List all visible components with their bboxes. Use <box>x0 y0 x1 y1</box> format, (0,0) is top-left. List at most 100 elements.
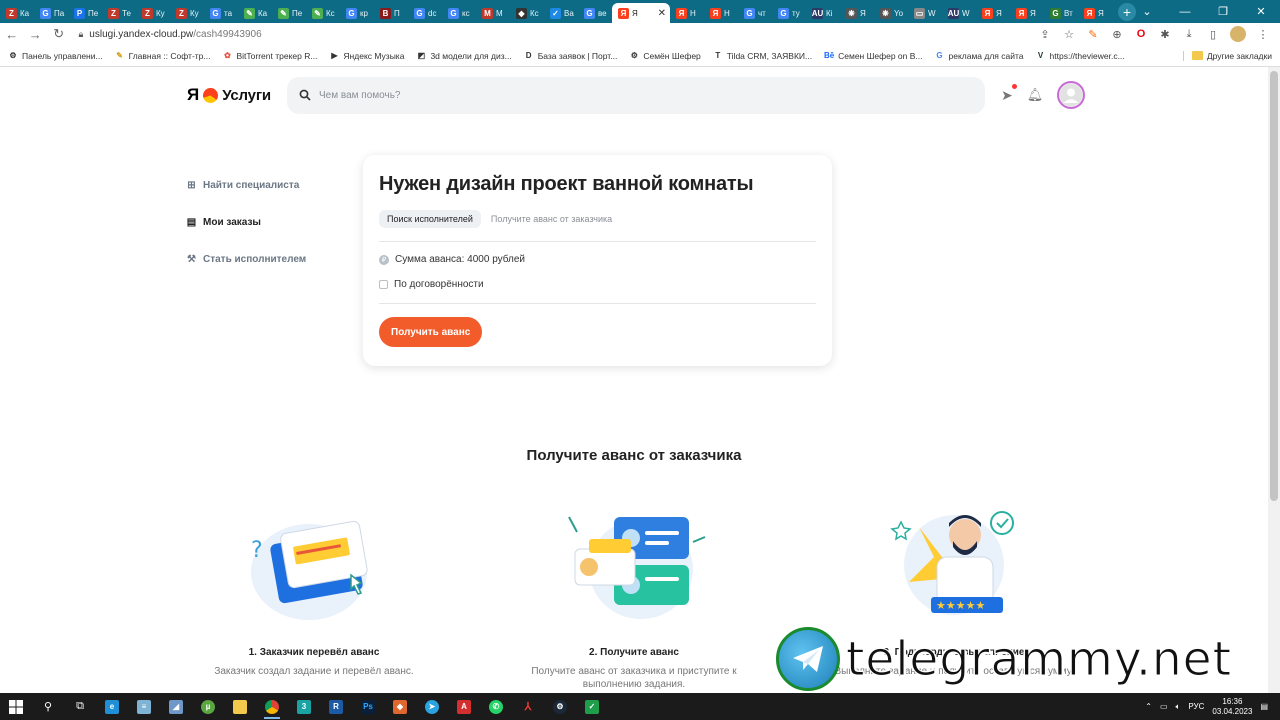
whatsapp-icon[interactable]: ✆ <box>480 693 512 720</box>
network-icon[interactable]: ▭ <box>1160 702 1168 711</box>
browser-tab[interactable]: ЯЯ <box>1078 3 1112 23</box>
other-bookmarks[interactable]: Другие закладки <box>1182 50 1280 61</box>
bell-icon[interactable]: 🔔︎ <box>1027 87 1044 103</box>
bookmark-item[interactable]: Bē Семен Шефер on B... <box>824 51 923 61</box>
task-view-icon[interactable]: ⧉ <box>64 693 96 720</box>
reload-icon[interactable]: ↻ <box>47 26 71 42</box>
browser-tab[interactable]: Z Ку <box>170 3 204 23</box>
browser-tab[interactable]: G Па <box>34 3 68 23</box>
volume-icon[interactable]: 🔈︎ <box>1176 702 1181 712</box>
back-arrow-icon[interactable]: ← <box>0 27 24 42</box>
bookmark-item[interactable]: D База заявок | Порт... <box>524 51 618 61</box>
search-input[interactable] <box>319 89 919 101</box>
browser-tab[interactable]: MМ <box>476 3 510 23</box>
browser-tab[interactable]: Gкр <box>340 3 374 23</box>
telegram-icon[interactable]: ➤ <box>416 693 448 720</box>
browser-tab[interactable]: Z Ку <box>136 3 170 23</box>
acrobat-icon[interactable]: ⅄ <box>512 693 544 720</box>
clock[interactable]: 16:36 03.04.2023 <box>1212 697 1252 716</box>
bookmark-item[interactable]: ⚙ Панель управлени... <box>8 51 102 61</box>
download-icon[interactable]: ⤓ <box>1182 28 1196 41</box>
browser-tab[interactable]: Z Ка <box>0 3 34 23</box>
minimize-icon[interactable]: — <box>1166 0 1204 23</box>
revit-icon[interactable]: R <box>320 693 352 720</box>
browser-tab[interactable]: G Вт <box>1044 3 1078 23</box>
url-field[interactable]: 🔒︎ uslugi.yandex-cloud.pw/cash49943906 <box>79 29 1039 40</box>
puzzle-icon[interactable]: ✱ <box>1158 28 1172 41</box>
browser-tab[interactable]: Gчт <box>738 3 772 23</box>
photoshop-icon[interactable]: Ps <box>352 693 384 720</box>
profile-avatar[interactable] <box>1230 26 1246 42</box>
windows-start-icon[interactable] <box>0 693 32 720</box>
close-icon[interactable]: ✕ <box>1242 0 1280 23</box>
explorer-icon[interactable] <box>224 693 256 720</box>
bookmark-item[interactable]: Vhttps://theviewer.c... <box>1036 51 1125 61</box>
browser-tab[interactable]: ЯЯ <box>976 3 1010 23</box>
browser-tab[interactable]: Gdc <box>408 3 442 23</box>
bookmark-item[interactable]: ▶ Яндекс Музыка <box>329 51 404 61</box>
browser-tab[interactable]: ✓ Ва <box>544 3 578 23</box>
nav-my-orders[interactable]: ▤ Мои заказы <box>186 204 346 241</box>
browser-tab[interactable]: AU Кі <box>806 3 840 23</box>
star-icon[interactable]: ☆ <box>1062 28 1076 41</box>
sketchup-icon[interactable]: ◆ <box>384 693 416 720</box>
browser-tab[interactable]: AU W <box>942 3 976 23</box>
browser-tab[interactable]: Я Я ✕ <box>612 3 670 23</box>
bookmark-item[interactable]: ✎ Главная :: Софт-тр... <box>115 51 210 61</box>
send-icon[interactable]: ➤ <box>1001 83 1017 104</box>
notification-icon[interactable]: ▤ <box>1260 702 1268 711</box>
menu-dots-icon[interactable]: ⋮ <box>1256 28 1270 41</box>
nav-become-performer[interactable]: ⚒ Стать исполнителем <box>186 241 346 278</box>
notepad-icon[interactable]: ≡ <box>128 693 160 720</box>
share-icon[interactable]: ⇪ <box>1038 28 1052 41</box>
restore-icon[interactable]: ❐ <box>1204 0 1242 23</box>
language-indicator[interactable]: РУС <box>1188 702 1204 711</box>
3dsmax-icon[interactable]: 3 <box>288 693 320 720</box>
browser-tab[interactable]: Gта <box>204 3 238 23</box>
extension-icon[interactable]: ✎ <box>1086 28 1100 41</box>
chrome-icon[interactable] <box>256 693 288 720</box>
user-avatar[interactable] <box>1057 81 1086 109</box>
browser-tab[interactable]: ❋ Я <box>840 3 874 23</box>
bookmark-item[interactable]: Gреклама для сайта <box>935 51 1023 61</box>
browser-tab[interactable]: ◆ Кс <box>510 3 544 23</box>
browser-tab[interactable]: Gве <box>578 3 612 23</box>
scrollbar-thumb[interactable] <box>1270 71 1278 501</box>
browser-tab[interactable]: BП <box>374 3 408 23</box>
autocad-icon[interactable]: A <box>448 693 480 720</box>
browser-tab[interactable]: ✎ Кс <box>306 3 340 23</box>
app-green-icon[interactable]: ✓ <box>576 693 608 720</box>
bookmark-item[interactable]: ⚙ Семён Шефер <box>629 51 701 61</box>
browser-tab[interactable]: Gкс <box>442 3 476 23</box>
browser-tab[interactable]: ❋ Yo <box>874 3 908 23</box>
browser-tab[interactable]: ЯН <box>704 3 738 23</box>
sidebar-icon[interactable]: ▯ <box>1206 28 1220 41</box>
bookmark-item[interactable]: ◩ 3d модели для диз... <box>416 51 512 61</box>
browser-tab[interactable]: ЯЯ <box>1010 3 1044 23</box>
browser-tab[interactable]: ✎ Пе <box>272 3 306 23</box>
edge-icon[interactable]: e <box>96 693 128 720</box>
get-advance-button[interactable]: Получить аванс <box>379 317 483 347</box>
bookmark-item[interactable]: T Tilda CRM, ЗАЯВКИ... <box>713 51 812 61</box>
app-icon[interactable]: ◢ <box>160 693 192 720</box>
forward-arrow-icon[interactable]: → <box>24 27 48 42</box>
tab-close-icon[interactable]: ✕ <box>658 8 666 19</box>
torrent-icon[interactable]: µ <box>192 693 224 720</box>
chevron-up-icon[interactable]: ⌃ <box>1145 702 1152 711</box>
browser-tab[interactable]: Z Те <box>102 3 136 23</box>
nav-find-specialist[interactable]: ⊞ Найти специалиста <box>186 167 346 204</box>
browser-tab[interactable]: ЯН <box>670 3 704 23</box>
browser-tab[interactable]: ▭ W <box>908 3 942 23</box>
advance-amount-row: ₽ Сумма аванса: 4000 рублей <box>379 254 816 265</box>
page-scrollbar[interactable] <box>1268 67 1280 693</box>
opera-icon[interactable]: O <box>1134 28 1148 40</box>
globe-icon[interactable]: ⊕ <box>1110 28 1124 41</box>
steam-icon[interactable]: ⚙ <box>544 693 576 720</box>
browser-tab[interactable]: Gту <box>772 3 806 23</box>
search-icon[interactable]: ⚲ <box>32 693 64 720</box>
browser-tab[interactable]: P Пе <box>68 3 102 23</box>
yandex-uslugi-logo[interactable]: Я Услуги <box>187 85 287 105</box>
chevron-down-icon[interactable]: ⌄ <box>1128 0 1166 23</box>
browser-tab[interactable]: ✎ Ка <box>238 3 272 23</box>
bookmark-item[interactable]: ✿ BitTorrent трекер R... <box>222 51 317 61</box>
